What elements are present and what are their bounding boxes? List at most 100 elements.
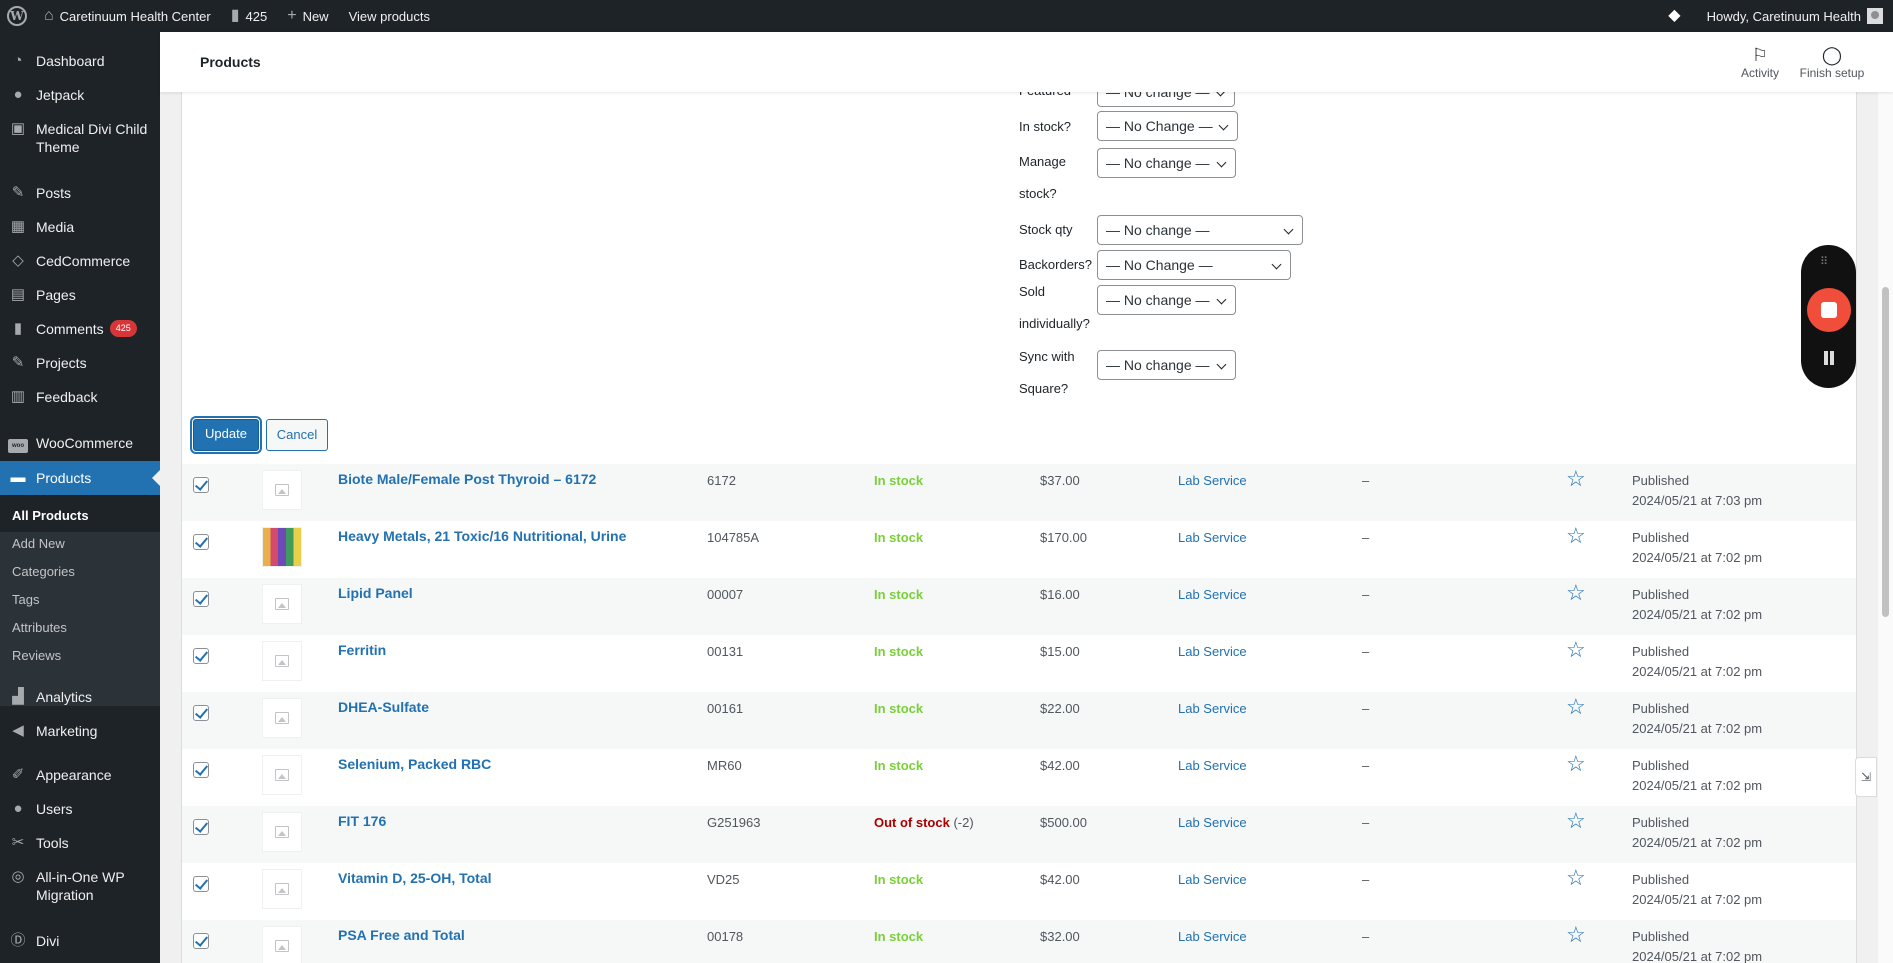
- product-name-link[interactable]: Lipid Panel: [338, 585, 413, 601]
- sold-individually-select[interactable]: — No change —: [1097, 285, 1236, 315]
- featured-star-icon[interactable]: ☆: [1566, 696, 1586, 718]
- sidebar-item-woocommerce[interactable]: woo WooCommerce: [0, 434, 160, 453]
- product-thumbnail[interactable]: [262, 527, 302, 567]
- update-button[interactable]: Update: [193, 419, 259, 451]
- submenu-attributes[interactable]: Attributes: [12, 620, 67, 635]
- finish-setup-button[interactable]: ◯ Finish setup: [1792, 44, 1872, 80]
- product-sku: 00178: [707, 929, 744, 944]
- stop-recording-button[interactable]: [1807, 288, 1851, 332]
- category-link[interactable]: Lab Service: [1178, 701, 1247, 716]
- submenu-reviews[interactable]: Reviews: [12, 648, 61, 663]
- submenu-categories[interactable]: Categories: [12, 564, 75, 579]
- my-account-link[interactable]: Howdy, Caretinuum Health: [1697, 0, 1893, 32]
- page-scrollbar[interactable]: [1878, 92, 1893, 963]
- featured-star-icon[interactable]: ☆: [1566, 924, 1586, 946]
- product-thumbnail[interactable]: [262, 641, 302, 681]
- sidebar-item-projects[interactable]: ✎ Projects: [0, 354, 160, 372]
- category-link[interactable]: Lab Service: [1178, 473, 1247, 488]
- site-name-link[interactable]: ⌂ Caretinuum Health Center: [34, 0, 221, 32]
- backorders-select[interactable]: — No Change —: [1097, 250, 1291, 280]
- row-checkbox[interactable]: [193, 477, 209, 493]
- product-name-link[interactable]: PSA Free and Total: [338, 927, 465, 943]
- product-name-link[interactable]: Vitamin D, 25-OH, Total: [338, 870, 492, 886]
- sidebar-item-label: Media: [36, 219, 75, 235]
- category-link[interactable]: Lab Service: [1178, 587, 1247, 602]
- stock-qty-select[interactable]: — No change —: [1097, 215, 1303, 245]
- manage-stock-select[interactable]: — No change —: [1097, 148, 1236, 178]
- category-link[interactable]: Lab Service: [1178, 815, 1247, 830]
- sidebar-item-label: Dashboard: [36, 53, 105, 69]
- row-checkbox[interactable]: [193, 933, 209, 949]
- sidebar-item-divi[interactable]: Ⓓ Divi: [0, 932, 160, 950]
- product-name-link[interactable]: FIT 176: [338, 813, 386, 829]
- row-checkbox[interactable]: [193, 648, 209, 664]
- comments-link[interactable]: ▮ 425: [221, 0, 278, 32]
- pause-icon[interactable]: [1822, 351, 1836, 365]
- submenu-all-products[interactable]: All Products: [12, 508, 89, 523]
- product-name-link[interactable]: Selenium, Packed RBC: [338, 756, 491, 772]
- featured-star-icon[interactable]: ☆: [1566, 639, 1586, 661]
- category-link[interactable]: Lab Service: [1178, 644, 1247, 659]
- category-link[interactable]: Lab Service: [1178, 929, 1247, 944]
- submenu-tags[interactable]: Tags: [12, 592, 39, 607]
- scrollbar-thumb[interactable]: [1882, 287, 1889, 617]
- sidebar-item-tools[interactable]: ✂ Tools: [0, 834, 160, 852]
- product-name-link[interactable]: Biote Male/Female Post Thyroid – 6172: [338, 471, 596, 487]
- sidebar-item-users[interactable]: ● Users: [0, 800, 160, 818]
- featured-star-icon[interactable]: ☆: [1566, 867, 1586, 889]
- wordpress-logo[interactable]: W: [0, 0, 34, 32]
- sidebar-item-comments[interactable]: ▮ Comments 425: [0, 320, 160, 338]
- row-checkbox[interactable]: [193, 819, 209, 835]
- product-thumbnail[interactable]: [262, 584, 302, 624]
- sidebar-item-media[interactable]: ▦ Media: [0, 218, 160, 236]
- featured-star-icon[interactable]: ☆: [1566, 753, 1586, 775]
- row-checkbox[interactable]: [193, 591, 209, 607]
- cancel-button[interactable]: Cancel: [266, 419, 328, 451]
- sidebar-item-analytics[interactable]: ▟ Analytics: [0, 688, 160, 706]
- product-thumbnail[interactable]: [262, 470, 302, 510]
- new-content-link[interactable]: + New: [277, 0, 338, 32]
- sidebar-item-marketing[interactable]: ◀ Marketing: [0, 722, 160, 740]
- notifications-button[interactable]: ◆: [1658, 0, 1696, 32]
- product-thumbnail[interactable]: [262, 812, 302, 852]
- product-name-link[interactable]: Ferritin: [338, 642, 386, 658]
- admin-sidebar: ◔ Dashboard ● Jetpack ▣ Medical Divi Child …: [0, 32, 160, 963]
- sidebar-item-feedback[interactable]: ▥ Feedback: [0, 388, 160, 406]
- featured-star-icon[interactable]: ☆: [1566, 810, 1586, 832]
- product-thumbnail[interactable]: [262, 698, 302, 738]
- product-name-link[interactable]: DHEA-Sulfate: [338, 699, 429, 715]
- sidebar-item-pages[interactable]: ▤ Pages: [0, 286, 160, 304]
- product-thumbnail[interactable]: [262, 755, 302, 795]
- product-thumbnail[interactable]: [262, 869, 302, 909]
- category-link[interactable]: Lab Service: [1178, 872, 1247, 887]
- sidebar-item-all-in-one-wp-migration[interactable]: ◎ All-in-One WP Migration: [0, 868, 150, 904]
- product-price: $16.00: [1040, 587, 1080, 602]
- featured-star-icon[interactable]: ☆: [1566, 468, 1586, 490]
- sidebar-item-products[interactable]: ▬ Products: [0, 461, 160, 495]
- row-checkbox[interactable]: [193, 762, 209, 778]
- sidebar-item-appearance[interactable]: ✐ Appearance: [0, 766, 160, 784]
- row-checkbox[interactable]: [193, 534, 209, 550]
- row-checkbox[interactable]: [193, 876, 209, 892]
- product-sku: MR60: [707, 758, 742, 773]
- product-name-link[interactable]: Heavy Metals, 21 Toxic/16 Nutritional, U…: [338, 528, 626, 544]
- activity-button[interactable]: ⚐ Activity: [1730, 44, 1790, 80]
- sidebar-item-jetpack[interactable]: ● Jetpack: [0, 86, 160, 104]
- sidebar-item-cedcommerce[interactable]: ◇ CedCommerce: [0, 252, 160, 270]
- sync-square-select[interactable]: — No change —: [1097, 350, 1236, 380]
- drag-handle-icon[interactable]: ⠿: [1820, 255, 1829, 268]
- sidebar-item-dashboard[interactable]: ◔ Dashboard: [0, 52, 160, 70]
- in-stock-select[interactable]: — No Change —: [1097, 111, 1238, 141]
- sidebar-item-medical-divi-child-theme[interactable]: ▣ Medical Divi Child Theme: [0, 120, 160, 156]
- row-checkbox[interactable]: [193, 705, 209, 721]
- category-link[interactable]: Lab Service: [1178, 530, 1247, 545]
- sidebar-item-label: CedCommerce: [36, 253, 131, 269]
- category-link[interactable]: Lab Service: [1178, 758, 1247, 773]
- submenu-add-new[interactable]: Add New: [12, 536, 65, 551]
- side-panel-tab[interactable]: ⇲: [1855, 757, 1877, 797]
- featured-star-icon[interactable]: ☆: [1566, 582, 1586, 604]
- product-thumbnail[interactable]: [262, 926, 302, 963]
- view-products-link[interactable]: View products: [339, 0, 440, 32]
- featured-star-icon[interactable]: ☆: [1566, 525, 1586, 547]
- sidebar-item-posts[interactable]: ✎ Posts: [0, 184, 160, 202]
